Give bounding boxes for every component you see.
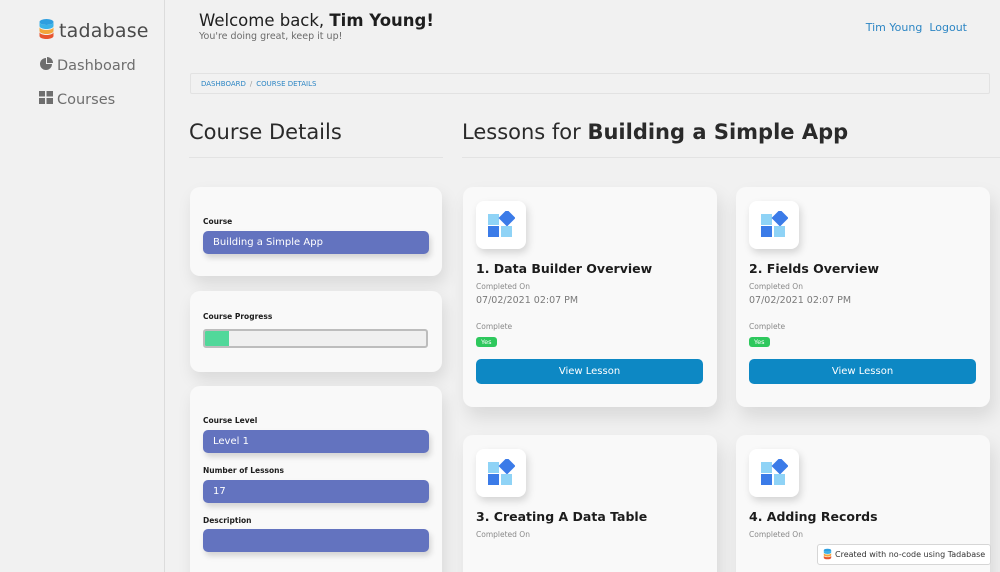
completed-on-label: Completed On bbox=[476, 530, 530, 539]
completed-on-value: 07/02/2021 02:07 PM bbox=[749, 295, 852, 306]
sidebar-item-courses[interactable]: Courses bbox=[39, 91, 115, 108]
lesson-app-icon bbox=[476, 449, 526, 497]
created-with-tadabase-badge[interactable]: Created with no-code using Tadabase bbox=[817, 544, 992, 565]
complete-status-badge: Yes bbox=[749, 337, 770, 347]
lesson-card: 1. Data Builder Overview Completed On 07… bbox=[463, 187, 717, 407]
divider bbox=[462, 157, 1000, 158]
pie-chart-icon bbox=[39, 57, 53, 75]
course-label: Course bbox=[203, 217, 233, 226]
brand-name: tadabase bbox=[59, 20, 149, 42]
sidebar-item-label: Courses bbox=[57, 91, 116, 108]
view-lesson-button[interactable]: View Lesson bbox=[476, 359, 703, 384]
lesson-card: 3. Creating A Data Table Completed On bbox=[463, 435, 717, 572]
breadcrumb-item-dashboard[interactable]: DASHBOARD bbox=[201, 80, 246, 88]
welcome-user-name: Tim Young! bbox=[329, 11, 434, 30]
course-details-heading: Course Details bbox=[189, 120, 342, 144]
breadcrumb-separator: / bbox=[249, 79, 253, 88]
lesson-app-icon bbox=[749, 449, 799, 497]
lesson-title: 1. Data Builder Overview bbox=[476, 261, 653, 276]
course-progress-label: Course Progress bbox=[203, 312, 273, 321]
complete-label: Complete bbox=[749, 322, 786, 331]
course-progress-bar bbox=[203, 329, 428, 348]
course-card: Course Building a Simple App bbox=[190, 187, 442, 276]
description-value bbox=[203, 529, 429, 552]
course-progress-fill bbox=[205, 331, 230, 346]
brand-logo[interactable]: tadabase bbox=[38, 18, 149, 44]
lesson-title: 3. Creating A Data Table bbox=[476, 509, 648, 524]
breadcrumb: DASHBOARD / COURSE DETAILS bbox=[190, 73, 990, 94]
lesson-title: 4. Adding Records bbox=[749, 509, 878, 524]
lesson-card: 2. Fields Overview Completed On 07/02/20… bbox=[736, 187, 990, 407]
sidebar-item-dashboard[interactable]: Dashboard bbox=[39, 57, 136, 75]
lessons-heading-course: Building a Simple App bbox=[587, 120, 849, 144]
logout-link[interactable]: Logout bbox=[929, 21, 967, 34]
welcome-prefix: Welcome back, bbox=[199, 11, 330, 30]
lessons-heading: Lessons for Building a Simple App bbox=[462, 120, 848, 144]
completed-on-label: Completed On bbox=[749, 530, 803, 539]
user-profile-link[interactable]: Tim Young bbox=[866, 21, 923, 34]
footer-badge-text: Created with no-code using Tadabase bbox=[835, 550, 986, 559]
completed-on-value: 07/02/2021 02:07 PM bbox=[476, 295, 579, 306]
number-of-lessons-label: Number of Lessons bbox=[203, 466, 284, 475]
breadcrumb-item-course-details[interactable]: COURSE DETAILS bbox=[256, 80, 316, 88]
description-label: Description bbox=[203, 516, 252, 525]
complete-status-badge: Yes bbox=[476, 337, 497, 347]
lesson-title: 2. Fields Overview bbox=[749, 261, 879, 276]
grid-icon bbox=[39, 91, 53, 108]
lesson-app-icon bbox=[749, 201, 799, 249]
database-icon bbox=[823, 548, 832, 562]
sidebar-item-label: Dashboard bbox=[57, 58, 136, 74]
number-of-lessons-value: 17 bbox=[203, 480, 429, 503]
course-level-value: Level 1 bbox=[203, 430, 429, 453]
completed-on-label: Completed On bbox=[749, 282, 803, 291]
welcome-header: Welcome back, Tim Young! You're doing gr… bbox=[199, 11, 434, 42]
sidebar: tadabase Dashboard Courses bbox=[0, 0, 165, 572]
welcome-title: Welcome back, Tim Young! bbox=[199, 11, 434, 30]
divider bbox=[189, 157, 443, 158]
lessons-heading-prefix: Lessons for bbox=[462, 120, 588, 144]
course-progress-card: Course Progress bbox=[190, 291, 442, 372]
welcome-subtitle: You're doing great, keep it up! bbox=[199, 31, 343, 42]
course-value: Building a Simple App bbox=[203, 231, 429, 254]
course-info-card: Course Level Level 1 Number of Lessons 1… bbox=[190, 386, 442, 572]
completed-on-label: Completed On bbox=[476, 282, 530, 291]
database-icon bbox=[38, 18, 55, 44]
top-links: Tim Young Logout bbox=[866, 21, 967, 34]
course-level-label: Course Level bbox=[203, 416, 258, 425]
view-lesson-button[interactable]: View Lesson bbox=[749, 359, 976, 384]
complete-label: Complete bbox=[476, 322, 513, 331]
lesson-app-icon bbox=[476, 201, 526, 249]
